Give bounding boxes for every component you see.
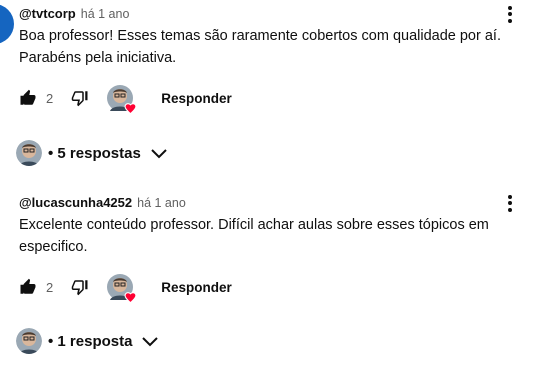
reply-button[interactable]: Responder (161, 280, 232, 295)
comment-actions: 2 Responder (19, 274, 232, 303)
like-button[interactable]: 2 (19, 89, 53, 107)
heart-icon (124, 103, 137, 114)
kebab-menu-icon[interactable] (507, 3, 513, 25)
avatar (16, 328, 42, 354)
chevron-down-icon (142, 337, 159, 347)
comment-time[interactable]: há 1 ano (137, 196, 186, 210)
comment-actions: 2 Responder (19, 85, 232, 114)
comment-text: Boa professor! Esses temas são raramente… (19, 28, 501, 66)
like-count: 2 (46, 279, 54, 295)
chevron-down-icon (151, 149, 167, 159)
creator-heart-avatar (107, 85, 137, 114)
like-count: 2 (46, 90, 54, 106)
avatar[interactable] (0, 4, 14, 44)
dislike-button[interactable] (71, 278, 89, 296)
comment-author[interactable]: @lucascunha4252 (19, 195, 132, 210)
thumb-down-icon (71, 280, 88, 296)
comment-text: Excelente conteúdo professor. Difícil ac… (19, 217, 489, 255)
kebab-menu-icon[interactable] (507, 192, 513, 214)
replies-toggle[interactable]: • 1 resposta (16, 328, 159, 354)
thumb-down-icon (71, 91, 88, 107)
replies-count-label: • 1 resposta (48, 332, 133, 350)
comment: @lucascunha4252 há 1 ano Excelente conte… (19, 195, 539, 258)
heart-icon (124, 292, 137, 303)
like-button[interactable]: 2 (19, 278, 53, 296)
thumb-up-icon (20, 89, 36, 105)
thumb-up-icon (20, 278, 36, 294)
replies-toggle[interactable]: • 5 respostas (16, 140, 168, 166)
comment: @tvtcorp há 1 ano Boa professor! Esses t… (19, 6, 539, 69)
creator-heart-avatar (107, 274, 137, 303)
avatar (16, 140, 42, 166)
comment-time[interactable]: há 1 ano (81, 7, 130, 21)
comment-author[interactable]: @tvtcorp (19, 6, 76, 21)
reply-button[interactable]: Responder (161, 91, 232, 106)
replies-count-label: • 5 respostas (48, 144, 141, 162)
dislike-button[interactable] (71, 89, 89, 107)
